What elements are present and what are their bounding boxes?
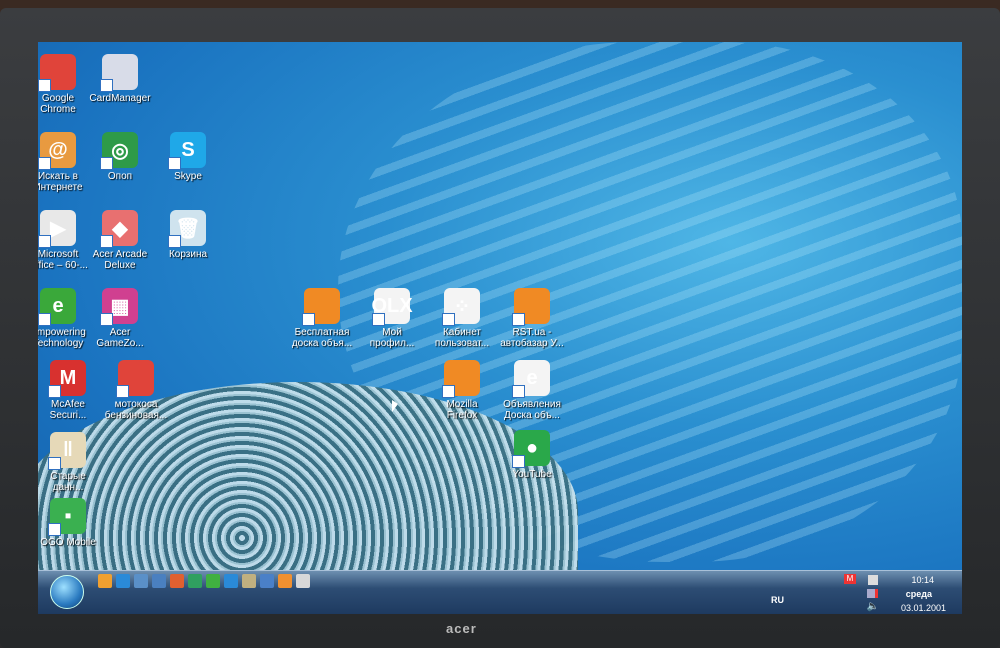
taskbar-pinned-app-icon[interactable] [224, 574, 238, 588]
desktop-icon[interactable]: ⁘ Кабинет пользоват... [422, 288, 502, 349]
desktop-icon[interactable]: ▪ OGO Mobile [38, 498, 108, 548]
taskbar-pinned-app-icon[interactable] [296, 574, 310, 588]
empowering-icon: e [38, 288, 76, 326]
desktop-icon[interactable]: ‖ Старые данн... [38, 432, 108, 493]
taskbar-pinned-app-icon[interactable] [98, 574, 112, 588]
desktop-icon[interactable]: 🗑 Корзина [148, 210, 228, 260]
desktop-icon[interactable]: Бесплатная доска объя... [282, 288, 362, 349]
chrome-icon [116, 360, 154, 398]
skype-icon: S [168, 132, 206, 170]
desktop-icon[interactable]: S Skype [148, 132, 228, 182]
desktop-icon[interactable]: RST.ua - автобазар У... [492, 288, 572, 349]
volume-icon[interactable]: 🔈 [867, 601, 879, 612]
taskbar-pinned-app-icon[interactable] [116, 574, 130, 588]
ogo-icon: ▪ [48, 498, 86, 536]
action-center-icon[interactable] [868, 575, 878, 585]
clock-day[interactable]: среда [906, 589, 932, 599]
clock-time[interactable]: 10:14 [911, 575, 934, 585]
desktop-icon-label: YouTube [512, 469, 552, 480]
gamezone-icon: ▦ [100, 288, 138, 326]
firefox-icon [442, 360, 480, 398]
desktop-icon-label: Кабинет пользоват... [434, 327, 490, 349]
monitor-brand-logo: acer [446, 621, 477, 636]
desktop-icon-label: McAfee Securi... [49, 399, 87, 421]
language-indicator[interactable]: RU [771, 595, 784, 605]
taskbar-pinned-app-icon[interactable] [170, 574, 184, 588]
desktop-icon-label: Старые данн... [50, 471, 86, 493]
taskbar-pinned-app-icon[interactable] [206, 574, 220, 588]
globe-icon: ● [512, 430, 550, 468]
taskbar-pinned-app-icon[interactable] [134, 574, 148, 588]
desktop-icon-label: Google Chrome [40, 93, 76, 115]
desktop-icon-label: Empowering Technology [38, 327, 86, 349]
desktop[interactable]: Google Chrome CardManager @ Искать в Интерн… [38, 42, 962, 614]
ie-doc-icon: e [512, 360, 550, 398]
desktop-icon-label: OGO Mobile [40, 537, 96, 548]
desktop-icon-label: мотокоса бензиновая... [104, 399, 168, 421]
desktop-icon-label: Искать в Интернете [38, 171, 83, 193]
desktop-icon-label: Объявления Доска объ... [503, 399, 561, 421]
desktop-icon-label: Acer GameZo... [96, 327, 144, 349]
taskbar-pinned-app-icon[interactable] [260, 574, 274, 588]
desktop-icon[interactable]: CardManager [80, 54, 160, 104]
desktop-icon[interactable]: мотокоса бензиновая... [96, 360, 176, 421]
mouse-cursor-icon [392, 400, 398, 412]
desktop-icon-label: Skype [174, 171, 202, 182]
mcafee-tray-icon[interactable]: M [844, 574, 856, 584]
folder-icon: ‖ [48, 432, 86, 470]
start-button[interactable] [50, 575, 84, 609]
olx-doc-icon: OLX [371, 288, 413, 326]
desktop-icon-label: Мой профил... [369, 327, 415, 349]
taskbar-pinned-app-icon[interactable] [188, 574, 202, 588]
arcade-icon: ◆ [100, 210, 138, 248]
desktop-icon[interactable]: ▦ Acer GameZo... [80, 288, 160, 349]
doc-icon: ⁘ [442, 288, 480, 326]
desktop-icon-label: CardManager [89, 93, 151, 104]
chrome-icon [38, 54, 76, 92]
desktop-icon[interactable]: ● YouTube [492, 430, 572, 480]
desktop-icon-label: Acer Arcade Deluxe [92, 249, 148, 271]
opop-icon: ◎ [100, 132, 138, 170]
desktop-icon-label: RST.ua - автобазар У... [500, 327, 564, 349]
phone-icon [100, 54, 138, 92]
clock-date[interactable]: 03.01.2001 [901, 603, 946, 613]
desktop-icon-label: Корзина [168, 249, 208, 260]
taskbar: RU M 🔈 10:14 среда 03.01.2001 [38, 570, 962, 614]
desktop-icon-label: Бесплатная доска объя... [291, 327, 353, 349]
taskbar-pinned-app-icon[interactable] [278, 574, 292, 588]
taskbar-pinned-app-icon[interactable] [242, 574, 256, 588]
taskbar-pinned-app-icon[interactable] [152, 574, 166, 588]
office-icon: ▶ [38, 210, 76, 248]
desktop-icon[interactable]: OLX Мой профил... [352, 288, 432, 349]
desktop-icon[interactable]: e Объявления Доска объ... [492, 360, 572, 421]
firefox-doc-icon [512, 288, 550, 326]
search-at-icon: @ [38, 132, 76, 170]
network-icon[interactable] [867, 589, 878, 598]
firefox-doc-icon [302, 288, 340, 326]
mcafee-icon: M [48, 360, 86, 398]
desktop-icon-label: Опоп [107, 171, 133, 182]
desktop-icon[interactable]: Mozilla Firefox [422, 360, 502, 421]
desktop-icon-label: Mozilla Firefox [446, 399, 478, 421]
recycle-bin-icon: 🗑 [168, 210, 206, 248]
